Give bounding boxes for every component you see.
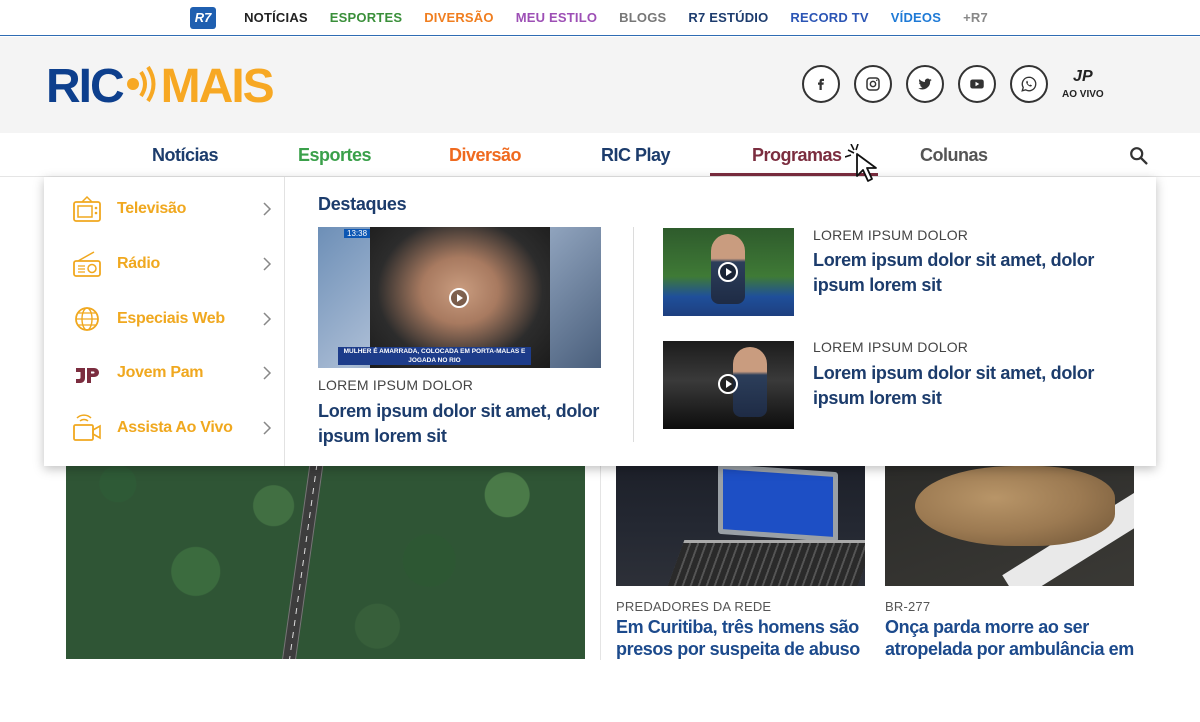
video-timestamp: 13:38 <box>344 229 371 238</box>
reporter <box>733 347 767 417</box>
highlights-title: Destaques <box>318 194 407 214</box>
chevron-right-icon <box>263 312 272 326</box>
jaguar-body <box>915 466 1115 546</box>
live-label: AO VIVO <box>1062 89 1104 100</box>
globe-icon <box>72 304 102 334</box>
side-kicker[interactable]: LOREM IPSUM DOLOR <box>813 339 968 355</box>
menu-item-label: Especiais Web <box>117 310 225 327</box>
programas-dropdown: Televisão Rádio Especiais Web Jovem Pam <box>44 177 1156 466</box>
featured-video-thumbnail[interactable]: 13:38 MULHER É AMARRADA, COLOCADA EM POR… <box>318 227 601 368</box>
forest-road-image[interactable] <box>66 440 585 659</box>
pointer-cursor-icon <box>845 144 877 182</box>
card-kicker[interactable]: PREDADORES DA REDE <box>616 599 771 614</box>
whatsapp-icon[interactable] <box>1010 65 1048 103</box>
play-icon[interactable] <box>449 288 469 308</box>
r7-top-bar: R7 NOTÍCIAS ESPORTES DIVERSÃO MEU ESTILO… <box>0 0 1200 36</box>
chevron-right-icon <box>263 202 272 216</box>
site-header: RIC MAIS JP AO VIVO <box>0 37 1200 133</box>
ricmais-logo[interactable]: RIC MAIS <box>46 60 275 113</box>
r7-link-blogs[interactable]: BLOGS <box>619 10 666 25</box>
menu-item-especiais-web[interactable]: Especiais Web <box>72 304 272 334</box>
chevron-right-icon <box>263 421 272 435</box>
menu-item-label: Rádio <box>117 255 160 272</box>
r7-link-mais-r7[interactable]: +R7 <box>963 10 988 25</box>
r7-link-esportes[interactable]: ESPORTES <box>330 10 402 25</box>
side-title[interactable]: Lorem ipsum dolor sit amet, dolor ipsum … <box>813 361 1143 411</box>
instagram-icon[interactable] <box>854 65 892 103</box>
card-kicker[interactable]: BR-277 <box>885 599 930 614</box>
card-title[interactable]: Onça parda morre ao ser atropelada por a… <box>885 616 1135 660</box>
live-button[interactable]: JP AO VIVO <box>1062 68 1104 100</box>
road <box>279 440 327 659</box>
r7-link-record-tv[interactable]: RECORD TV <box>790 10 868 25</box>
menu-item-label: Televisão <box>117 200 187 217</box>
menu-item-label: Assista Ao Vivo <box>117 419 233 436</box>
youtube-icon[interactable] <box>958 65 996 103</box>
search-icon[interactable] <box>1128 145 1150 167</box>
jp-logo-icon: JP <box>1073 68 1093 85</box>
logo-ric: RIC <box>46 60 125 113</box>
laptop-keyboard <box>667 540 865 586</box>
r7-link-diversao[interactable]: DIVERSÃO <box>424 10 494 25</box>
side-video-thumbnail[interactable] <box>663 341 794 429</box>
nav-item-noticias[interactable]: Notícias <box>152 145 219 166</box>
r7-link-noticias[interactable]: NOTÍCIAS <box>244 10 308 25</box>
dropdown-divider <box>633 227 634 442</box>
main-nav: Notícias Esportes Diversão RIC Play Prog… <box>0 133 1200 177</box>
nav-item-esportes[interactable]: Esportes <box>298 145 372 166</box>
tv-icon <box>72 194 102 224</box>
programas-menu: Televisão Rádio Especiais Web Jovem Pam <box>44 177 285 466</box>
chevron-right-icon <box>263 366 272 380</box>
side-kicker[interactable]: LOREM IPSUM DOLOR <box>813 227 968 243</box>
facebook-icon[interactable] <box>802 65 840 103</box>
laptop-screen <box>718 463 838 543</box>
r7-link-r7-estudio[interactable]: R7 ESTÚDIO <box>688 10 768 25</box>
radio-icon <box>72 249 102 279</box>
nav-item-programas[interactable]: Programas <box>752 145 842 166</box>
chevron-right-icon <box>263 257 272 271</box>
nav-item-ric-play[interactable]: RIC Play <box>601 145 671 166</box>
play-icon[interactable] <box>718 262 738 282</box>
menu-item-assista-ao-vivo[interactable]: Assista Ao Vivo <box>72 413 272 443</box>
logo-mais: MAIS <box>160 60 275 113</box>
content-divider <box>600 466 601 660</box>
nav-item-colunas[interactable]: Colunas <box>920 145 988 166</box>
logo-wave-icon <box>125 64 159 111</box>
menu-item-televisao[interactable]: Televisão <box>72 194 272 224</box>
twitter-icon[interactable] <box>906 65 944 103</box>
play-icon[interactable] <box>718 374 738 394</box>
video-caption-banner: MULHER É AMARRADA, COLOCADA EM PORTA-MAL… <box>338 347 531 365</box>
r7-link-videos[interactable]: VÍDEOS <box>891 10 941 25</box>
side-video-thumbnail[interactable] <box>663 228 794 316</box>
jp-logo-icon <box>72 358 102 388</box>
live-tv-icon <box>72 413 102 443</box>
r7-logo[interactable]: R7 <box>190 6 217 29</box>
menu-item-radio[interactable]: Rádio <box>72 249 272 279</box>
social-links: JP AO VIVO <box>802 65 1104 103</box>
menu-item-jovem-pam[interactable]: Jovem Pam <box>72 358 272 388</box>
side-title[interactable]: Lorem ipsum dolor sit amet, dolor ipsum … <box>813 248 1143 298</box>
featured-kicker[interactable]: LOREM IPSUM DOLOR <box>318 377 473 393</box>
r7-link-meu-estilo[interactable]: MEU ESTILO <box>516 10 597 25</box>
menu-item-label: Jovem Pam <box>117 364 204 381</box>
featured-title[interactable]: Lorem ipsum dolor sit amet, dolor ipsum … <box>318 399 618 449</box>
card-title[interactable]: Em Curitiba, três homens são presos por … <box>616 616 866 660</box>
nav-item-diversao[interactable]: Diversão <box>449 145 522 166</box>
